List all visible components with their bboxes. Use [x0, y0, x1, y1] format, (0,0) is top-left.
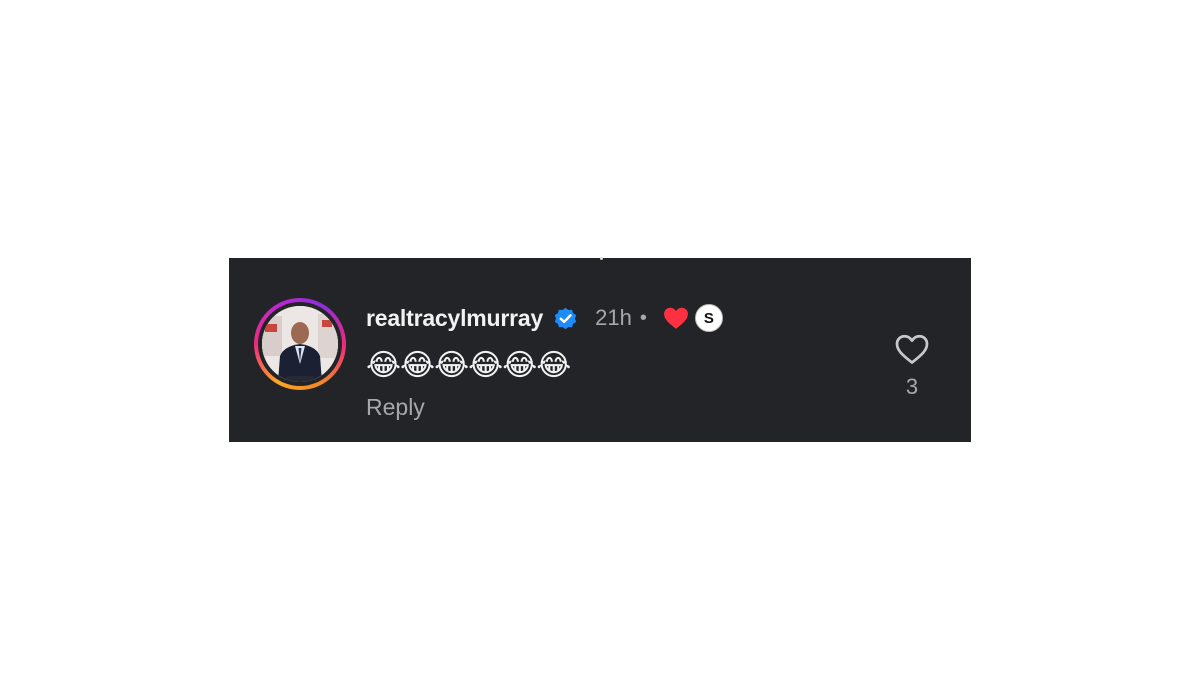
- like-count: 3: [905, 374, 919, 399]
- comment-card: realtracylmurray 21h • S 😂😂😂😂😂😂 Reply 3: [229, 257, 971, 442]
- comment-header: realtracylmurray 21h • S: [366, 298, 723, 338]
- avatar-story-ring[interactable]: [254, 298, 346, 390]
- avatar[interactable]: [262, 306, 338, 382]
- like-group: 3: [892, 332, 932, 400]
- heart-outline-icon[interactable]: [894, 332, 930, 366]
- creator-avatar-badge: S: [694, 304, 723, 332]
- comment-text: 😂😂😂😂😂😂: [366, 349, 571, 382]
- username[interactable]: realtracylmurray: [366, 305, 543, 332]
- verified-badge-icon: [554, 307, 577, 329]
- heart-filled-icon: [663, 307, 688, 329]
- comment-body: realtracylmurray 21h • S 😂😂😂😂😂😂 Reply: [366, 298, 723, 421]
- top-notch: [600, 257, 603, 260]
- reply-button[interactable]: Reply: [366, 394, 723, 421]
- timestamp: 21h: [595, 305, 632, 330]
- separator-dot: •: [639, 306, 647, 329]
- avatar-photo: [262, 306, 338, 382]
